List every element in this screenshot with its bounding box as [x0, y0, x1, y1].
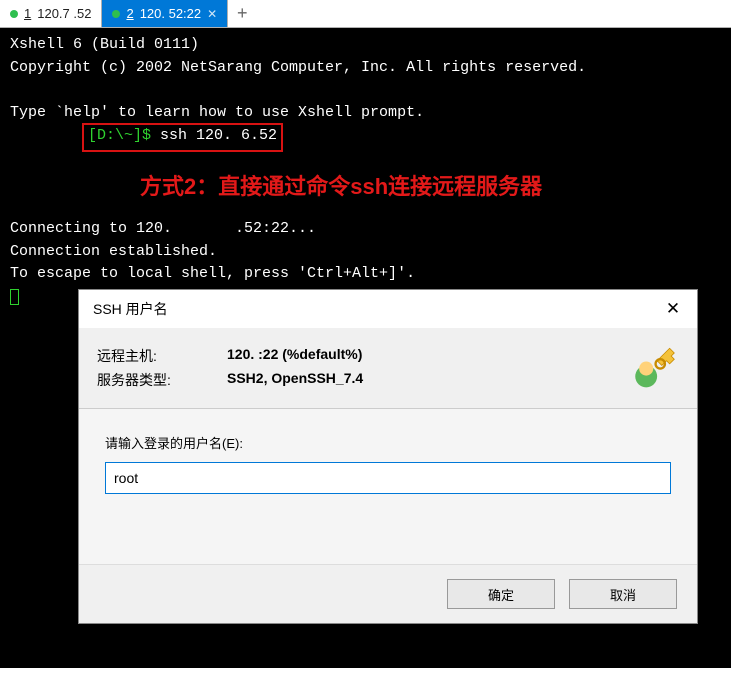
tab-2[interactable]: 2 120. 52:22 ✕	[102, 0, 228, 27]
command-highlight-box: [D:\~]$ ssh 120. 6.52	[82, 123, 283, 152]
server-type-label: 服务器类型:	[97, 370, 227, 390]
status-dot-icon	[10, 10, 18, 18]
prompt: [D:\~]$	[88, 127, 160, 144]
connecting-line: Connecting to 120. .52:22...	[10, 218, 415, 241]
username-input-label: 请输入登录的用户名(E):	[105, 433, 671, 452]
username-input[interactable]	[105, 462, 671, 494]
server-type-value: SSH2, OpenSSH_7.4	[227, 370, 363, 390]
tab-label: 120. 52:22	[140, 6, 201, 21]
tab-1[interactable]: 1 120.7 .52	[0, 0, 102, 27]
annotation-text: 方式2：直接通过命令ssh连接远程服务器	[140, 170, 542, 203]
ssh-command: ssh 120. 6.52	[160, 127, 277, 144]
banner-line: Xshell 6 (Build 0111)	[10, 34, 721, 57]
help-line: Type `help' to learn how to use Xshell p…	[10, 102, 721, 125]
established-line: Connection established.	[10, 241, 415, 264]
dialog-titlebar: SSH 用户名 ✕	[79, 290, 697, 328]
tab-label: 120.7 .52	[37, 6, 91, 21]
ssh-username-dialog: SSH 用户名 ✕ 远程主机: 120. :22 (%default%) 服务器…	[78, 289, 698, 624]
new-tab-button[interactable]: +	[228, 0, 256, 27]
remote-host-label: 远程主机:	[97, 346, 227, 366]
dialog-title: SSH 用户名	[93, 299, 168, 319]
close-icon[interactable]: ✕	[659, 295, 687, 323]
cursor-icon	[10, 289, 19, 305]
ok-button[interactable]: 确定	[447, 579, 555, 609]
user-key-icon	[629, 342, 679, 392]
copyright-line: Copyright (c) 2002 NetSarang Computer, I…	[10, 57, 721, 80]
cancel-button[interactable]: 取消	[569, 579, 677, 609]
escape-line: To escape to local shell, press 'Ctrl+Al…	[10, 263, 415, 286]
tab-number: 2	[126, 6, 133, 21]
tab-number: 1	[24, 6, 31, 21]
remote-host-value: 120. :22 (%default%)	[227, 346, 362, 366]
status-dot-icon	[112, 10, 120, 18]
close-tab-icon[interactable]: ✕	[207, 7, 217, 21]
tab-strip: 1 120.7 .52 2 120. 52:22 ✕ +	[0, 0, 731, 28]
